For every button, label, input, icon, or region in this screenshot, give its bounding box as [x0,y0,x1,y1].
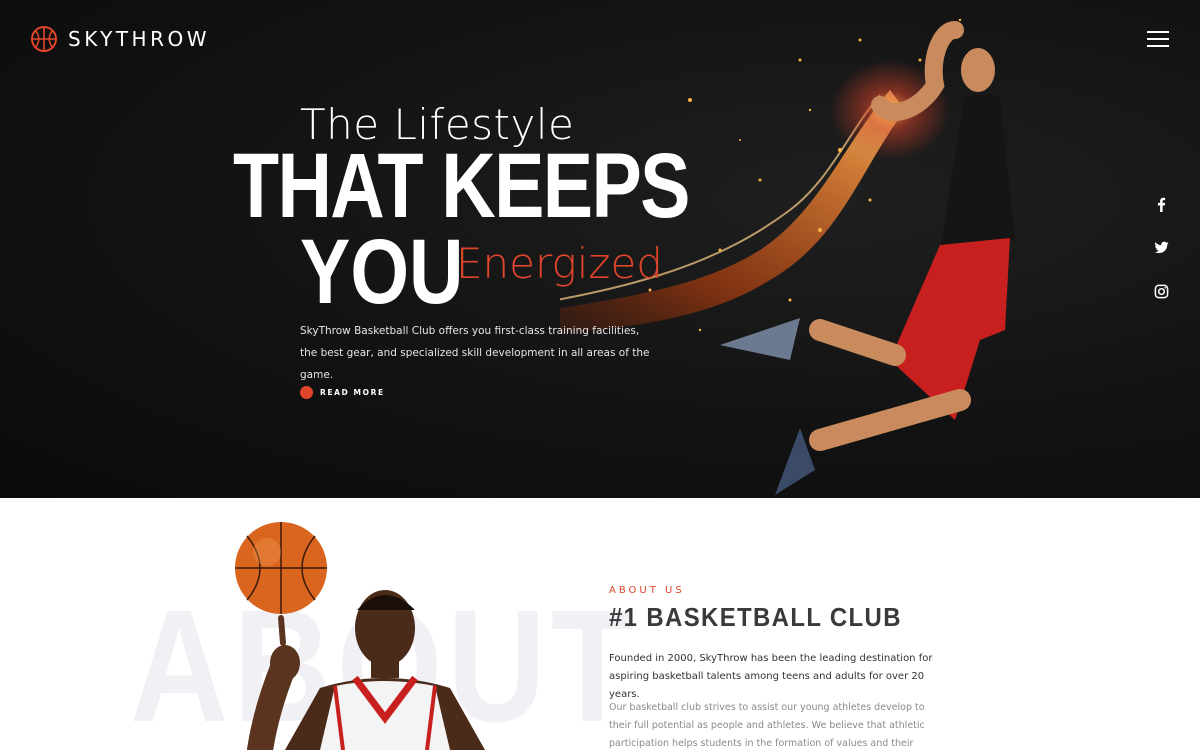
about-kicker: ABOUT US [609,585,685,596]
basketball-logo-icon [31,26,57,52]
brand-logo[interactable]: SKYTHROW [30,25,210,53]
about-section: ABOUT ABOUT US #1 BASKETBALL CLUB Founde… [0,498,1200,750]
about-body-text: Our basketball club strives to assist ou… [609,702,925,749]
brand-name: SKYTHROW [68,27,210,51]
hero-section: SKYTHROW The Lifestyle THAT KEEPS YOU En… [0,0,1200,498]
bullet-dot-icon [300,386,313,399]
facebook-icon[interactable] [1150,193,1172,215]
read-more-label: READ MORE [320,388,385,397]
hero-description: SkyThrow Basketball Club offers you firs… [300,325,650,381]
twitter-icon[interactable] [1150,236,1172,258]
hero-headline-line2: YOU [300,221,464,323]
read-more-button[interactable]: READ MORE [300,386,385,399]
hero-accent-word: Energized [456,239,663,288]
about-title: #1 BASKETBALL CLUB [609,602,902,632]
instagram-icon[interactable] [1150,280,1172,302]
about-lead-text: Founded in 2000, SkyThrow has been the l… [609,653,933,700]
hero-headline-line1: THAT KEEPS [233,135,690,237]
player-spinning-ball-image [235,522,485,750]
hamburger-icon[interactable] [1147,30,1169,48]
